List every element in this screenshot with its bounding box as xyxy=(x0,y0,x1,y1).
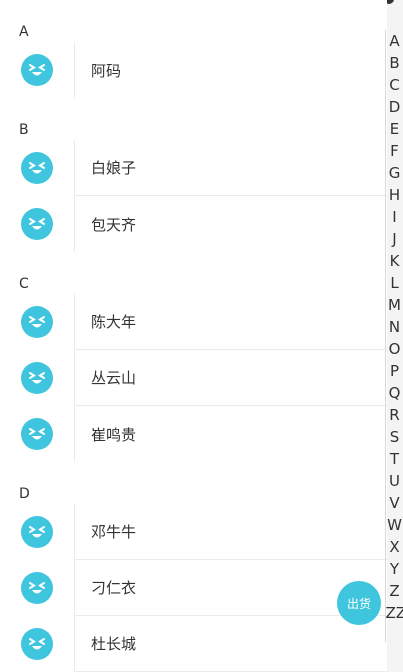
avatar-cell xyxy=(0,196,75,252)
avatar-cell xyxy=(0,560,75,616)
index-letter[interactable]: D xyxy=(386,96,403,118)
laughing-face-icon xyxy=(21,208,53,240)
laughing-face-icon xyxy=(21,54,53,86)
avatar-cell xyxy=(0,140,75,196)
index-letter[interactable]: W xyxy=(386,514,403,536)
contact-row[interactable]: 刁仁衣 xyxy=(0,560,387,616)
laughing-face-icon xyxy=(21,516,53,548)
laughing-face-icon xyxy=(21,362,53,394)
laughing-face-icon xyxy=(21,306,53,338)
laughing-face-icon xyxy=(21,572,53,604)
contact-name: 包天齐 xyxy=(75,196,387,252)
avatar-cell xyxy=(0,294,75,350)
contact-name: 邓牛牛 xyxy=(75,504,387,560)
contact-name: 白娘子 xyxy=(75,140,387,196)
laughing-face-icon xyxy=(21,152,53,184)
laughing-face-icon xyxy=(21,418,53,450)
index-letter[interactable]: I xyxy=(386,206,403,228)
contact-row[interactable]: 邓牛牛 xyxy=(0,504,387,560)
index-letter[interactable]: C xyxy=(386,74,403,96)
index-letter[interactable]: R xyxy=(386,404,403,426)
index-letter[interactable]: T xyxy=(386,448,403,470)
contact-row[interactable]: 白娘子 xyxy=(0,140,387,196)
section-header-d: D xyxy=(0,462,387,504)
index-letter[interactable]: V xyxy=(386,492,403,514)
avatar-cell xyxy=(0,504,75,560)
avatar-cell xyxy=(0,42,75,98)
index-letter[interactable]: Y xyxy=(386,558,403,580)
ship-goods-button[interactable]: 出货 xyxy=(337,581,381,625)
section-header-b: B xyxy=(0,98,387,140)
contact-list: A 阿码 B 白娘子 包天齐 C 陈大 xyxy=(0,0,387,672)
contact-name: 阿码 xyxy=(75,42,387,98)
index-letter[interactable]: F xyxy=(386,140,403,162)
avatar-cell xyxy=(0,350,75,406)
index-letter[interactable]: J xyxy=(386,228,403,250)
index-letter[interactable]: G xyxy=(386,162,403,184)
index-letter[interactable]: L xyxy=(386,272,403,294)
index-letter[interactable]: B xyxy=(386,52,403,74)
avatar-cell xyxy=(0,406,75,462)
index-letter[interactable]: O xyxy=(386,338,403,360)
avatar-cell xyxy=(0,616,75,672)
index-letter[interactable]: P xyxy=(386,360,403,382)
contact-row[interactable]: 包天齐 xyxy=(0,196,387,252)
index-letter[interactable]: H xyxy=(386,184,403,206)
contact-row[interactable]: 杜长城 xyxy=(0,616,387,672)
section-header-a: A xyxy=(0,0,387,42)
contact-row[interactable]: 崔鸣贵 xyxy=(0,406,387,462)
contact-name: 杜长城 xyxy=(75,616,387,672)
index-letter[interactable]: Z xyxy=(386,580,403,602)
index-letter[interactable]: K xyxy=(386,250,403,272)
index-letter[interactable]: U xyxy=(386,470,403,492)
index-letter[interactable]: M xyxy=(386,294,403,316)
contact-row[interactable]: 阿码 xyxy=(0,42,387,98)
contact-row[interactable]: 陈大年 xyxy=(0,294,387,350)
contact-row[interactable]: 丛云山 xyxy=(0,350,387,406)
alphabet-index-bar[interactable]: ABCDEFGHIJKLMNOPQRSTUVWXYZZZ xyxy=(385,30,403,642)
contact-name: 崔鸣贵 xyxy=(75,406,387,462)
index-letter[interactable]: ZZ xyxy=(386,602,403,624)
index-letter[interactable]: A xyxy=(386,30,403,52)
section-header-c: C xyxy=(0,252,387,294)
index-letter[interactable]: X xyxy=(386,536,403,558)
index-letter[interactable]: N xyxy=(386,316,403,338)
contact-name: 丛云山 xyxy=(75,350,387,406)
index-letter[interactable]: S xyxy=(386,426,403,448)
index-letter[interactable]: E xyxy=(386,118,403,140)
index-letter[interactable]: Q xyxy=(386,382,403,404)
contact-name: 陈大年 xyxy=(75,294,387,350)
laughing-face-icon xyxy=(21,628,53,660)
